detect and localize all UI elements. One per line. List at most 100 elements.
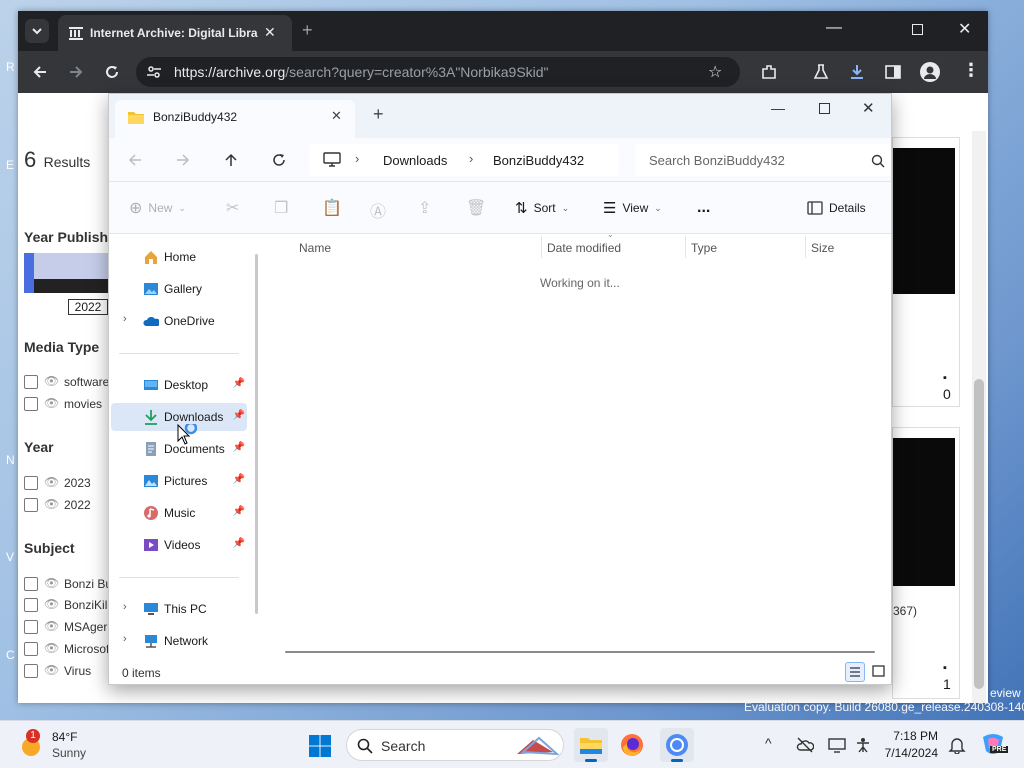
taskbar-chrome[interactable]: [660, 728, 694, 762]
subject-checkbox[interactable]: [24, 577, 38, 591]
subject-checkbox[interactable]: [24, 664, 38, 678]
tiles-view-toggle[interactable]: [869, 662, 889, 682]
breadcrumb-downloads[interactable]: Downloads: [383, 153, 447, 168]
subject-checkbox[interactable]: [24, 598, 38, 612]
nav-scrollbar-thumb[interactable]: [255, 254, 258, 614]
profile-avatar[interactable]: [920, 62, 940, 82]
eye-icon[interactable]: 👁: [44, 475, 59, 489]
new-tab-icon[interactable]: +: [373, 104, 384, 125]
copilot-button[interactable]: PRE: [980, 731, 1009, 757]
paste-icon[interactable]: 📋: [322, 198, 342, 218]
tab-search-button[interactable]: [25, 19, 49, 43]
search-icon[interactable]: [871, 154, 885, 168]
display-icon[interactable]: [828, 736, 846, 754]
close-tab-icon[interactable]: ✕: [331, 108, 342, 124]
column-divider[interactable]: [541, 236, 542, 258]
reload-icon[interactable]: [104, 64, 120, 80]
maximize-icon[interactable]: [912, 24, 923, 35]
refresh-icon[interactable]: [271, 152, 287, 168]
address-bar[interactable]: https://archive.org/search?query=creator…: [136, 57, 740, 87]
eye-icon[interactable]: 👁: [44, 597, 59, 611]
delete-icon[interactable]: 🗑: [466, 198, 486, 218]
weather-widget[interactable]: 1 84°F Sunny: [16, 729, 126, 761]
nav-item-gallery[interactable]: Gallery: [111, 275, 247, 303]
maximize-icon[interactable]: [819, 103, 830, 114]
up-arrow-icon[interactable]: [223, 152, 239, 168]
sort-button[interactable]: ⇅ Sort ⌄: [515, 182, 569, 234]
page-scrollbar[interactable]: [972, 131, 986, 703]
cut-icon[interactable]: ✂: [226, 198, 239, 218]
close-tab-icon[interactable]: ✕: [264, 24, 276, 41]
share-icon[interactable]: ⇪: [418, 198, 431, 218]
downloads-icon[interactable]: [848, 63, 866, 81]
browser-tab-archive[interactable]: Internet Archive: Digital Librar ✕: [58, 15, 292, 51]
nav-item-desktop[interactable]: Desktop 📌: [111, 371, 247, 399]
subject-checkbox[interactable]: [24, 620, 38, 634]
column-divider[interactable]: [805, 236, 806, 258]
side-panel-icon[interactable]: [884, 63, 902, 81]
explorer-tab[interactable]: BonziBuddy432 ✕: [115, 100, 355, 138]
eye-icon[interactable]: 👁: [44, 497, 59, 511]
result-card[interactable]: ▪ 0: [892, 137, 960, 407]
view-button[interactable]: ☰ View ⌄: [603, 182, 662, 234]
horizontal-scrollbar[interactable]: [285, 651, 875, 653]
back-arrow-icon[interactable]: [32, 64, 48, 80]
nav-item-pictures[interactable]: Pictures 📌: [111, 467, 247, 495]
year-checkbox[interactable]: [24, 476, 38, 490]
chevron-right-icon[interactable]: ›: [123, 601, 127, 613]
column-divider[interactable]: [685, 236, 686, 258]
media-type-checkbox[interactable]: [24, 375, 38, 389]
result-card[interactable]: 367) ▪ 1: [892, 427, 960, 699]
nav-item-home[interactable]: Home: [111, 243, 247, 271]
chevron-right-icon[interactable]: ›: [123, 313, 127, 325]
page-scrollbar-thumb[interactable]: [974, 379, 984, 689]
show-hidden-icons-chevron-icon[interactable]: ^: [765, 735, 772, 751]
media-type-checkbox[interactable]: [24, 397, 38, 411]
nav-item-onedrive[interactable]: › OneDrive: [111, 307, 247, 335]
minimize-icon[interactable]: —: [771, 100, 785, 116]
browser-menu-icon[interactable]: ⋮: [962, 60, 980, 81]
year-range-handle[interactable]: [24, 253, 34, 293]
eye-icon[interactable]: 👁: [44, 619, 59, 633]
taskbar-search-box[interactable]: Search: [346, 729, 564, 761]
bookmark-star-icon[interactable]: ☆: [708, 62, 722, 82]
close-window-icon[interactable]: ✕: [958, 19, 971, 39]
year-checkbox[interactable]: [24, 498, 38, 512]
labs-flask-icon[interactable]: [812, 63, 830, 81]
forward-arrow-icon[interactable]: [175, 152, 191, 168]
nav-item-this-pc[interactable]: › This PC: [111, 595, 247, 623]
eye-icon[interactable]: 👁: [44, 641, 59, 655]
eye-icon[interactable]: 👁: [44, 663, 59, 677]
copy-icon[interactable]: ❐: [274, 198, 288, 218]
computer-icon[interactable]: [323, 152, 341, 168]
windows-start-icon[interactable]: [308, 734, 332, 758]
new-button[interactable]: ⊕ New ⌄: [129, 182, 186, 234]
details-button[interactable]: Details: [807, 182, 866, 234]
more-options-button[interactable]: ...: [697, 182, 710, 234]
clock-date[interactable]: 7/14/2024: [876, 746, 938, 760]
subject-checkbox[interactable]: [24, 642, 38, 656]
chevron-right-icon[interactable]: ›: [123, 633, 127, 645]
nav-item-music[interactable]: Music 📌: [111, 499, 247, 527]
column-header-size[interactable]: Size: [811, 241, 834, 255]
breadcrumb[interactable]: › Downloads › BonziBuddy432: [309, 144, 619, 176]
back-arrow-icon[interactable]: [127, 152, 143, 168]
nav-item-videos[interactable]: Videos 📌: [111, 531, 247, 559]
breadcrumb-current-folder[interactable]: BonziBuddy432: [493, 153, 584, 168]
clock-time[interactable]: 7:18 PM: [882, 729, 938, 743]
firefox-icon[interactable]: [620, 733, 644, 757]
taskbar-file-explorer[interactable]: [574, 728, 608, 762]
rename-icon[interactable]: Ⓐ: [370, 198, 386, 222]
close-window-icon[interactable]: ✕: [862, 99, 875, 117]
accessibility-icon[interactable]: [854, 736, 872, 754]
column-header-type[interactable]: Type: [691, 241, 717, 255]
eye-icon[interactable]: 👁: [44, 576, 59, 590]
nav-item-network[interactable]: › Network: [111, 627, 247, 655]
extensions-icon[interactable]: [760, 63, 778, 81]
details-view-toggle[interactable]: [845, 662, 865, 682]
forward-arrow-icon[interactable]: [68, 64, 84, 80]
notification-bell-icon[interactable]: [948, 736, 966, 754]
year-range-input[interactable]: 2022: [68, 299, 108, 315]
eye-icon[interactable]: 👁: [44, 396, 59, 410]
site-settings-icon[interactable]: [146, 64, 162, 80]
